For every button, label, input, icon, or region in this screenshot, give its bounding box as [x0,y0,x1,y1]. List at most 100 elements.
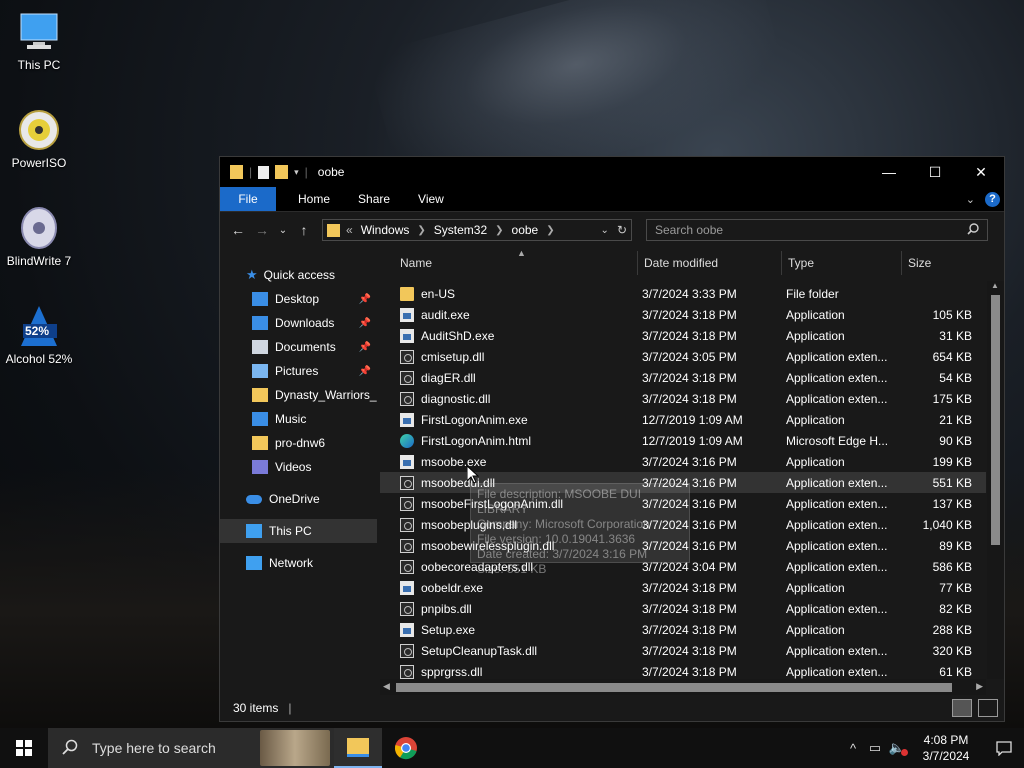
nav-item-pictures[interactable]: Pictures 📌 [220,359,377,383]
file-name-cell: cmisetup.dll [380,349,638,364]
nav-label: pro-dnw6 [275,436,326,450]
file-size: 82 KB [939,601,972,616]
new-folder-icon[interactable] [275,165,289,179]
cloud-icon [246,494,262,504]
nav-item-pro-dnw6[interactable]: pro-dnw6 [220,431,377,455]
taskbar-file-explorer[interactable] [334,728,382,768]
file-row[interactable]: SetupCleanupTask.dll 3/7/2024 3:18 PM Appl… [380,640,986,661]
refresh-icon[interactable]: ↻ [617,223,627,237]
details-view-icon[interactable] [952,699,972,717]
breadcrumb-system32[interactable]: System32 [434,223,487,237]
file-row[interactable]: cmisetup.dll 3/7/2024 3:05 PM Application … [380,346,986,367]
search-input[interactable]: Search oobe [655,223,723,237]
tab-home[interactable]: Home [284,187,344,211]
dll-file-icon [400,475,414,490]
breadcrumb-overflow[interactable]: « [346,223,353,237]
desktop-icon-blindwrite[interactable]: BlindWrite 7 [1,206,77,268]
scroll-left-icon[interactable]: ◀ [383,681,390,692]
recent-locations-chevron-icon[interactable]: ⌄ [274,225,292,236]
breadcrumb-oobe[interactable]: oobe [512,223,539,237]
file-type: Application exten... [786,475,888,490]
file-row[interactable]: AuditShD.exe 3/7/2024 3:18 PM Application 3… [380,325,986,346]
file-name: diagnostic.dll [421,391,491,406]
file-row[interactable]: audit.exe 3/7/2024 3:18 PM Application 105 … [380,304,986,325]
breadcrumb-chevron-icon[interactable]: ❯ [546,225,554,236]
help-icon[interactable]: ? [985,191,1000,207]
column-header-type[interactable]: Type [782,251,902,275]
column-headers: Name ▲ Date modified Type Size [380,247,1004,279]
nav-this-pc[interactable]: This PC [220,519,377,543]
pin-icon[interactable]: 📌 [359,366,371,377]
pin-icon[interactable]: 📌 [359,342,371,353]
title-bar[interactable]: | ▾ | oobe — ☐ ✕ [220,157,1004,187]
vertical-scroll-thumb[interactable] [991,295,1000,545]
taskbar-clock[interactable]: 4:08 PM 3/7/2024 [908,732,984,764]
vertical-scrollbar[interactable]: ▲ [987,281,1004,679]
column-header-date[interactable]: Date modified [638,251,782,275]
minimize-button[interactable]: — [866,157,912,187]
network-icon[interactable]: ▭ [864,740,886,756]
file-row[interactable]: en-US 3/7/2024 3:33 PM File folder [380,283,986,304]
nav-quick-access[interactable]: ★ Quick access [220,263,377,287]
pin-icon[interactable]: 📌 [359,318,371,329]
nav-item-videos[interactable]: Videos [220,455,377,479]
desktop-icon-this-pc[interactable]: This PC [1,10,77,72]
network-icon [246,556,262,570]
properties-icon[interactable] [258,165,270,179]
address-dropdown-chevron-icon[interactable]: ⌄ [601,225,609,236]
file-row[interactable]: FirstLogonAnim.html 12/7/2019 1:09 AM Micr… [380,430,986,451]
volume-muted-icon[interactable]: 🔈 [886,740,908,756]
taskbar-search-input[interactable]: Type here to search [92,740,216,756]
large-icons-view-icon[interactable] [978,699,998,717]
disc-icon [17,108,61,152]
up-arrow-icon[interactable]: ↑ [292,222,316,238]
nav-item-dynasty-warriors-6[interactable]: Dynasty_Warriors_6 [220,383,377,407]
forward-arrow-icon[interactable]: → [250,222,274,238]
address-bar[interactable]: « Windows ❯ System32 ❯ oobe ❯ ⌄ ↻ [322,219,632,241]
file-row[interactable]: Setup.exe 3/7/2024 3:18 PM Application 288 … [380,619,986,640]
expand-ribbon-chevron-icon[interactable]: ⌄ [966,193,975,206]
close-button[interactable]: ✕ [958,157,1004,187]
tab-file[interactable]: File [220,187,276,211]
taskbar-search[interactable]: Type here to search [48,728,334,768]
horizontal-scroll-thumb[interactable] [396,683,952,692]
column-header-name[interactable]: Name ▲ [380,248,638,275]
breadcrumb-windows[interactable]: Windows [361,223,410,237]
desktop-icon-alcohol[interactable]: 52% Alcohol 52% [1,304,77,366]
system-tray: ^ ▭ 🔈 4:08 PM 3/7/2024 [842,728,1024,768]
nav-item-desktop[interactable]: Desktop 📌 [220,287,377,311]
notification-center-button[interactable] [984,728,1024,768]
breadcrumb-chevron-icon[interactable]: ❯ [417,225,425,236]
notification-icon [996,741,1012,756]
scroll-up-icon[interactable]: ▲ [991,281,999,290]
desktop-icon-poweriso[interactable]: PowerISO [1,108,77,170]
back-arrow-icon[interactable]: ← [226,222,250,238]
file-name: cmisetup.dll [421,349,485,364]
nav-item-documents[interactable]: Documents 📌 [220,335,377,359]
breadcrumb-chevron-icon[interactable]: ❯ [495,225,503,236]
nav-item-music[interactable]: Music [220,407,377,431]
column-header-size[interactable]: Size [902,251,972,275]
file-size: 288 KB [932,622,972,637]
search-box[interactable]: Search oobe [646,219,988,241]
scroll-right-icon[interactable]: ▶ [976,681,983,692]
start-button[interactable] [0,728,48,768]
show-hidden-icons-chevron-icon[interactable]: ^ [842,741,864,756]
tab-share[interactable]: Share [344,187,404,211]
exe-file-icon [400,307,414,322]
file-row[interactable]: diagnostic.dll 3/7/2024 3:18 PM Applicatio… [380,388,986,409]
file-row[interactable]: FirstLogonAnim.exe 12/7/2019 1:09 AM Appli… [380,409,986,430]
taskbar-chrome[interactable] [382,728,430,768]
file-row[interactable]: pnpibs.dll 3/7/2024 3:18 PM Application ex… [380,598,986,619]
nav-onedrive[interactable]: OneDrive [220,487,377,511]
quick-access-toolbar-dropdown[interactable]: ▾ [294,167,299,178]
horizontal-scrollbar[interactable]: ◀ ▶ [380,679,986,695]
pin-icon[interactable]: 📌 [359,294,371,305]
tab-view[interactable]: View [404,187,458,211]
file-row[interactable]: oobeldr.exe 3/7/2024 3:18 PM Application 77… [380,577,986,598]
chrome-icon [394,737,417,760]
nav-network[interactable]: Network [220,551,377,575]
file-row[interactable]: diagER.dll 3/7/2024 3:18 PM Application ex… [380,367,986,388]
nav-item-downloads[interactable]: Downloads 📌 [220,311,377,335]
maximize-button[interactable]: ☐ [912,157,958,187]
